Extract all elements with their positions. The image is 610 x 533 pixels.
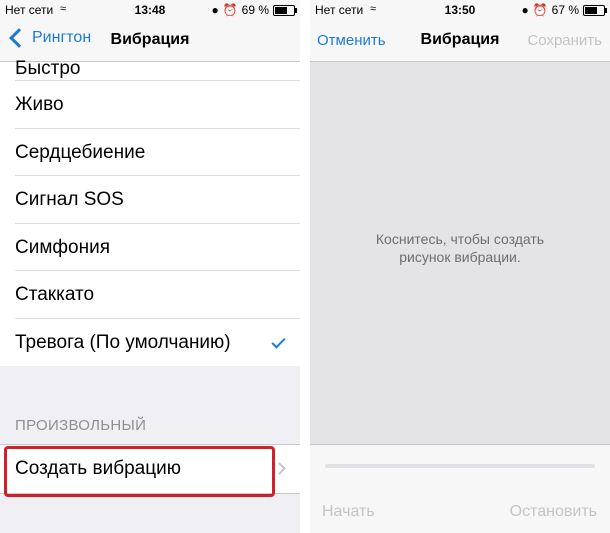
start-button[interactable]: Начать	[322, 503, 375, 521]
list-item[interactable]: Стаккато	[0, 271, 300, 319]
save-button[interactable]: Сохранить	[527, 32, 602, 49]
list-item-label: Живо	[15, 94, 64, 115]
progress-area	[310, 444, 610, 488]
status-bar: Нет сети ≈ 13:50 ● ⏰ 67 %	[310, 0, 610, 20]
stop-button[interactable]: Остановить	[510, 503, 597, 521]
status-indicators: ● ⏰ 67 %	[521, 3, 607, 17]
list-item-label: Стаккато	[15, 284, 95, 305]
tap-hint-line: рисунок вибрации.	[399, 249, 521, 265]
list-item-label: Сигнал SOS	[15, 189, 124, 210]
nav-bar: Отменить Вибрация Сохранить	[310, 20, 610, 62]
list-item[interactable]: Живо	[0, 81, 300, 129]
checkmark-icon	[271, 333, 286, 349]
status-bar: Нет сети ≈ 13:48 ● ⏰ 69 %	[0, 0, 300, 20]
list-item-label: Тревога (По умолчанию)	[15, 331, 231, 353]
bottom-toolbar: Начать Остановить	[310, 487, 610, 533]
tap-hint-line: Коснитесь, чтобы создать	[375, 231, 545, 247]
battery-percent: 69 %	[241, 3, 269, 17]
battery-icon	[583, 4, 607, 16]
battery-icon	[273, 4, 297, 16]
vibration-list: Быстро Живо Сердцебиение Сигнал SOS Симф…	[0, 58, 300, 366]
orientation-lock-icon: ●	[521, 3, 529, 17]
nav-bar: Рингтон Вибрация	[0, 20, 300, 62]
list-item[interactable]: Симфония	[0, 223, 300, 271]
status-indicators: ● ⏰ 69 %	[211, 3, 297, 17]
alarm-icon: ⏰	[222, 3, 238, 17]
list-item[interactable]: Быстро	[0, 58, 300, 81]
section-header-custom: ПРОИЗВОЛЬНЫЙ	[15, 417, 147, 434]
screen-divider	[300, 0, 310, 533]
page-title: Вибрация	[110, 31, 190, 48]
progress-bar	[325, 464, 595, 468]
left-screen: Нет сети ≈ 13:48 ● ⏰ 69 % Рингтон Вибрац…	[0, 0, 300, 533]
battery-percent: 67 %	[551, 3, 579, 17]
list-item-label: Симфония	[15, 236, 110, 258]
highlight-frame	[4, 446, 275, 497]
chevron-right-icon	[273, 462, 286, 475]
vibration-tap-area[interactable]: Коснитесь, чтобы создать рисунок вибраци…	[310, 62, 610, 444]
right-screen: Нет сети ≈ 13:50 ● ⏰ 67 % Отменить Вибра…	[310, 0, 610, 533]
list-item-label: Быстро	[15, 58, 81, 79]
list-item[interactable]: Сердцебиение	[0, 128, 300, 176]
alarm-icon: ⏰	[532, 3, 548, 17]
tap-hint: Коснитесь, чтобы создать рисунок вибраци…	[310, 230, 610, 266]
list-item[interactable]: Сигнал SOS	[0, 176, 300, 224]
list-item-selected[interactable]: Тревога (По умолчанию)	[0, 318, 300, 366]
orientation-lock-icon: ●	[211, 3, 219, 17]
list-item-label: Сердцебиение	[15, 141, 146, 163]
